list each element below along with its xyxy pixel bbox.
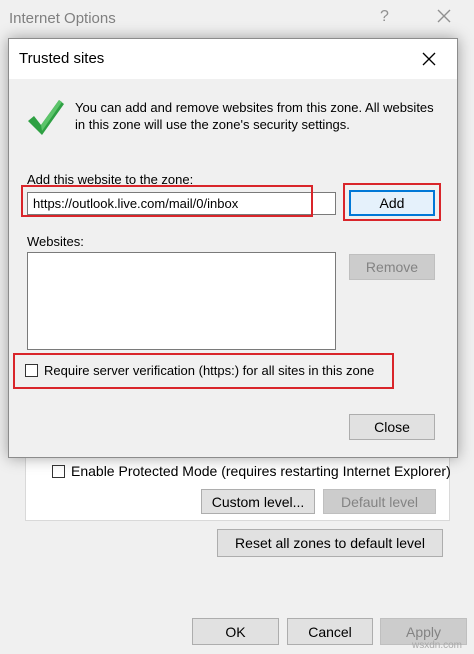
- add-highlight-box: [343, 183, 441, 221]
- watermark: wsxdn.com: [412, 640, 463, 651]
- trusted-sites-dialog: Trusted sites You can add and remove web…: [8, 38, 458, 458]
- io-close-icon[interactable]: [434, 6, 454, 26]
- internet-options-title: Internet Options: [9, 10, 116, 27]
- ok-button[interactable]: OK: [192, 618, 279, 645]
- dialog-title: Trusted sites: [19, 50, 105, 67]
- close-icon[interactable]: [419, 49, 439, 69]
- verify-highlight-box: [13, 353, 394, 389]
- dialog-titlebar: Trusted sites: [9, 39, 457, 79]
- websites-label: Websites:: [27, 234, 84, 249]
- custom-level-button[interactable]: Custom level...: [201, 489, 315, 514]
- cancel-button[interactable]: Cancel: [287, 618, 373, 645]
- protected-mode-row[interactable]: Enable Protected Mode (requires restarti…: [52, 463, 451, 479]
- close-button[interactable]: Close: [349, 414, 435, 440]
- reset-all-zones-button[interactable]: Reset all zones to default level: [217, 529, 443, 557]
- default-level-button[interactable]: Default level: [323, 489, 436, 514]
- websites-list[interactable]: [27, 252, 336, 350]
- remove-button[interactable]: Remove: [349, 254, 435, 280]
- checkmark-icon: [28, 100, 64, 135]
- protected-mode-label: Enable Protected Mode (requires restarti…: [71, 463, 451, 479]
- help-icon[interactable]: ?: [380, 8, 389, 26]
- url-highlight-box: [21, 185, 313, 217]
- info-text: You can add and remove websites from thi…: [75, 100, 434, 132]
- protected-mode-checkbox[interactable]: [52, 464, 65, 478]
